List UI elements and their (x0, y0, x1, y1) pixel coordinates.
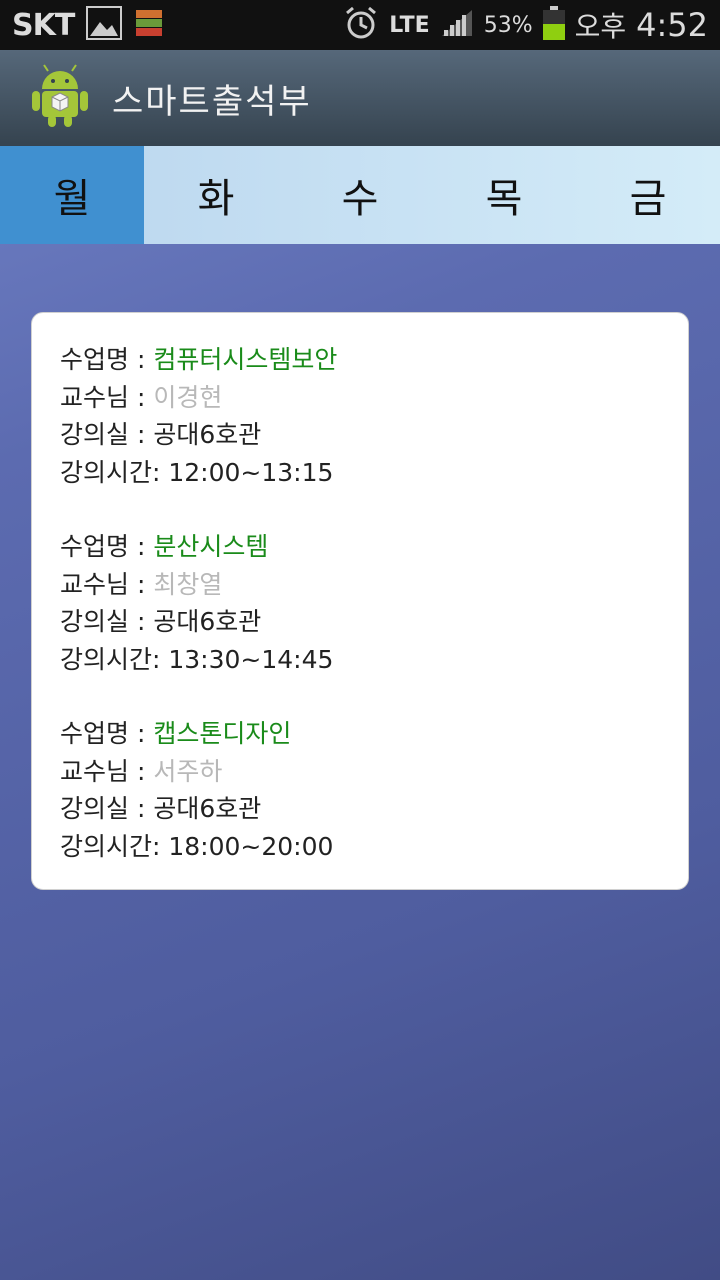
status-bar: SKT LTE 53% 오후 4:52 (0, 0, 720, 50)
course-entry[interactable]: 수업명 : 캡스톤디자인 교수님 : 서주하 강의실 : 공대6호관 강의시간:… (60, 715, 660, 865)
gallery-notification-icon (86, 6, 123, 44)
tab-wednesday[interactable]: 수 (288, 146, 432, 244)
carrier-label: SKT (12, 7, 75, 43)
am-pm-label: 오후 (574, 10, 627, 43)
room-label: 강의실 : (60, 607, 154, 636)
professor-row: 교수님 : 이경현 (60, 379, 660, 417)
status-bar-right: LTE 53% 오후 4:52 (343, 5, 708, 45)
professor-name: 이경현 (153, 382, 223, 412)
signal-strength-icon (440, 8, 474, 42)
room-value: 공대6호관 (153, 607, 262, 636)
tab-friday[interactable]: 금 (576, 146, 720, 244)
clock-time: 4:52 (636, 6, 708, 44)
course-entry[interactable]: 수업명 : 분산시스템 교수님 : 최창열 강의실 : 공대6호관 강의시간: … (60, 528, 660, 678)
course-name: 캡스톤디자인 (153, 719, 292, 748)
time-value: 13:30~14:45 (168, 644, 334, 674)
professor-label: 교수님 : (60, 756, 154, 786)
course-name: 컴퓨터시스템보안 (153, 345, 338, 374)
tab-thursday[interactable]: 목 (432, 146, 576, 244)
tab-tuesday[interactable]: 화 (144, 146, 288, 244)
course-name-label: 수업명 : (60, 345, 154, 374)
professor-name: 서주하 (153, 756, 223, 786)
room-row: 강의실 : 공대6호관 (60, 603, 660, 641)
professor-label: 교수님 : (60, 382, 154, 412)
time-label: 강의시간: (60, 457, 169, 487)
day-tabs: 월 화 수 목 금 (0, 146, 720, 244)
course-name-label: 수업명 : (60, 719, 154, 748)
battery-icon (542, 6, 565, 44)
time-label: 강의시간: (60, 644, 169, 674)
network-type-label: LTE (389, 12, 430, 38)
time-row: 강의시간: 12:00~13:15 (60, 454, 660, 492)
battery-percent: 53% (483, 12, 533, 38)
status-bar-left: SKT (12, 6, 164, 44)
tab-monday[interactable]: 월 (0, 146, 144, 244)
room-row: 강의실 : 공대6호관 (60, 790, 660, 828)
action-bar: 스마트출석부 (0, 50, 720, 146)
app-title: 스마트출석부 (112, 81, 312, 122)
alarm-clock-icon (343, 5, 379, 45)
room-label: 강의실 : (60, 420, 154, 449)
android-icon[interactable] (30, 63, 90, 133)
time-row: 강의시간: 18:00~20:00 (60, 828, 660, 866)
room-label: 강의실 : (60, 794, 154, 823)
professor-label: 교수님 : (60, 569, 154, 599)
course-name-row: 수업명 : 분산시스템 (60, 528, 660, 566)
app-notification-icon (134, 8, 164, 42)
room-row: 강의실 : 공대6호관 (60, 416, 660, 454)
time-value: 18:00~20:00 (168, 831, 334, 861)
time-value: 12:00~13:15 (168, 457, 334, 487)
room-value: 공대6호관 (153, 794, 262, 823)
course-name-row: 수업명 : 캡스톤디자인 (60, 715, 660, 753)
time-label: 강의시간: (60, 831, 169, 861)
course-name: 분산시스템 (153, 532, 269, 561)
professor-row: 교수님 : 서주하 (60, 753, 660, 791)
schedule-card: 수업명 : 컴퓨터시스템보안 교수님 : 이경현 강의실 : 공대6호관 강의시… (31, 312, 689, 890)
course-name-row: 수업명 : 컴퓨터시스템보안 (60, 341, 660, 379)
course-name-label: 수업명 : (60, 532, 154, 561)
room-value: 공대6호관 (153, 420, 262, 449)
time-row: 강의시간: 13:30~14:45 (60, 641, 660, 679)
professor-row: 교수님 : 최창열 (60, 566, 660, 604)
course-entry[interactable]: 수업명 : 컴퓨터시스템보안 교수님 : 이경현 강의실 : 공대6호관 강의시… (60, 341, 660, 491)
professor-name: 최창열 (153, 569, 223, 599)
